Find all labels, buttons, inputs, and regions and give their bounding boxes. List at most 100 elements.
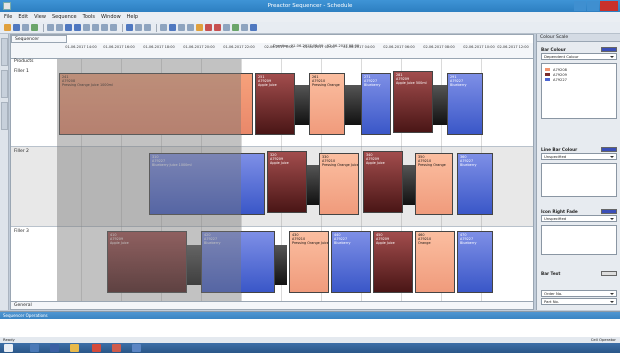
highlight-icon[interactable] [196, 24, 203, 31]
redo-icon[interactable] [56, 24, 63, 31]
task-explorer[interactable] [30, 344, 39, 352]
task-sequencer[interactable] [92, 344, 101, 352]
close-button[interactable] [600, 1, 618, 11]
help-icon[interactable] [250, 24, 257, 31]
operation-bar[interactable]: 320 A79209 Apple Juice [267, 151, 307, 213]
window-title: Preactor Sequencer - Schedule [267, 3, 353, 9]
app-icon [3, 2, 11, 10]
menu-bar: File Edit View Sequence Tools Window Hel… [0, 12, 620, 22]
dock-tab[interactable] [1, 70, 8, 98]
bar-text-swatch[interactable] [601, 271, 617, 276]
document-tab[interactable]: Sequencer [11, 35, 67, 43]
save-icon[interactable] [13, 24, 20, 31]
chart-icon[interactable] [169, 24, 176, 31]
table-icon[interactable] [92, 24, 99, 31]
legend-swatch [545, 73, 550, 76]
zoom-in-icon[interactable] [65, 24, 72, 31]
undo-icon[interactable] [47, 24, 54, 31]
open-icon[interactable] [4, 24, 11, 31]
warning-icon[interactable] [214, 24, 221, 31]
operation-bar[interactable]: 291 A79227 Blueberry [447, 73, 483, 135]
legend-label: A79208 [553, 67, 567, 72]
colour-legend: A79208 A79209 A79227 [541, 63, 617, 119]
operation-bar[interactable]: 360 A79227 Blueberry [457, 153, 493, 215]
filter-icon[interactable] [101, 24, 108, 31]
general-row: General [11, 301, 533, 309]
menu-view[interactable]: View [34, 12, 46, 22]
sequence-icon[interactable] [126, 24, 133, 31]
products-header: Products [14, 59, 34, 64]
icon-select[interactable]: Unspecified [541, 215, 617, 222]
schedule-grid: Products Filler 1 Filler 2 Filler 3 241 … [11, 59, 533, 309]
bar-text-option[interactable]: Order No. [541, 290, 617, 297]
flag-icon[interactable] [205, 24, 212, 31]
operation-bar[interactable]: 261 A79210 Pressing Orange [309, 73, 345, 135]
calendar-icon[interactable] [144, 24, 151, 31]
operation-bar[interactable]: 350 A79210 Pressing Orange [415, 153, 453, 215]
task-app[interactable] [132, 344, 141, 352]
toolbar [0, 22, 620, 34]
dock-tab[interactable] [1, 38, 8, 66]
legend-item: A79227 [542, 77, 616, 82]
operations-panel: Sequencer Operations [0, 311, 620, 337]
window-controls [573, 1, 618, 11]
legend-label: A79227 [553, 77, 567, 82]
bar-colour-swatch[interactable] [601, 47, 617, 52]
line-colour-swatch[interactable] [601, 147, 617, 152]
legend-label: A79209 [553, 72, 567, 77]
lock-icon[interactable] [135, 24, 142, 31]
title-bar: Preactor Sequencer - Schedule [0, 0, 620, 12]
toolbar-divider [43, 23, 44, 32]
task-folder[interactable] [70, 344, 79, 352]
minimize-button[interactable] [574, 1, 586, 11]
operation-bar[interactable]: 470 A79227 Blueberry [457, 231, 493, 293]
changeover-link [345, 85, 361, 125]
taskbar [0, 343, 620, 353]
operation-bar[interactable]: 450 A79209 Apple Juice [373, 231, 413, 293]
ruler-tick: 02-06-2017 12:00 [497, 45, 529, 49]
operation-bar[interactable]: 440 A79227 Blueberry [331, 231, 371, 293]
new-icon[interactable] [31, 24, 38, 31]
menu-file[interactable]: File [4, 12, 12, 22]
icon-section: Icon Right Fade Unspecified [541, 208, 617, 255]
ruler-tick: 02-06-2017 08:00 [423, 45, 455, 49]
lane-label: Filler 3 [14, 229, 29, 234]
pointer-icon[interactable] [160, 24, 167, 31]
list-icon[interactable] [178, 24, 185, 31]
grid-icon[interactable] [83, 24, 90, 31]
colour-scale-panel: Colour Scale Bar Colour Dependent Colour… [536, 34, 620, 310]
maximize-button[interactable] [587, 1, 599, 11]
operation-bar[interactable]: 340 A79209 Apple Juice [363, 151, 403, 213]
changeover-link [403, 165, 415, 205]
dock-tab[interactable] [1, 102, 8, 130]
check-icon[interactable] [232, 24, 239, 31]
zoom-out-icon[interactable] [74, 24, 81, 31]
operation-bar[interactable]: 271 A79227 Blueberry [361, 73, 391, 135]
menu-edit[interactable]: Edit [18, 12, 28, 22]
operation-bar[interactable]: 330 A79210 Pressing Orange Juice [319, 153, 359, 215]
task-app[interactable] [50, 344, 59, 352]
print-icon[interactable] [22, 24, 29, 31]
ruler-tick: 01-06-2017 22:00 [223, 45, 255, 49]
menu-sequence[interactable]: Sequence [52, 12, 77, 22]
bar-text-option[interactable]: Part No. [541, 298, 617, 305]
bar-colour-section: Bar Colour Dependent Colour A79208 A7920… [541, 46, 617, 119]
menu-tools[interactable]: Tools [83, 12, 95, 22]
menu-help[interactable]: Help [127, 12, 138, 22]
icon-swatch[interactable] [601, 209, 617, 214]
refresh-icon[interactable] [241, 24, 248, 31]
settings-icon[interactable] [187, 24, 194, 31]
menu-window[interactable]: Window [101, 12, 121, 22]
task-app[interactable] [112, 344, 121, 352]
link-icon[interactable] [223, 24, 230, 31]
start-button[interactable] [4, 344, 13, 352]
ruler-tick: 01-06-2017 20:00 [183, 45, 215, 49]
operation-bar[interactable]: 281 A79209 Apple Juice 500ml [393, 71, 433, 133]
line-colour-select[interactable]: Unspecified [541, 153, 617, 160]
operation-bar[interactable]: 460 A79210 Orange [415, 231, 455, 293]
operation-bar[interactable]: 251 A79209 Apple Juice [255, 73, 295, 135]
bar-colour-select[interactable]: Dependent Colour [541, 53, 617, 60]
operation-bar[interactable]: 430 A79210 Pressing Orange Juice [289, 231, 329, 293]
sort-icon[interactable] [110, 24, 117, 31]
toolbar-divider [156, 23, 157, 32]
